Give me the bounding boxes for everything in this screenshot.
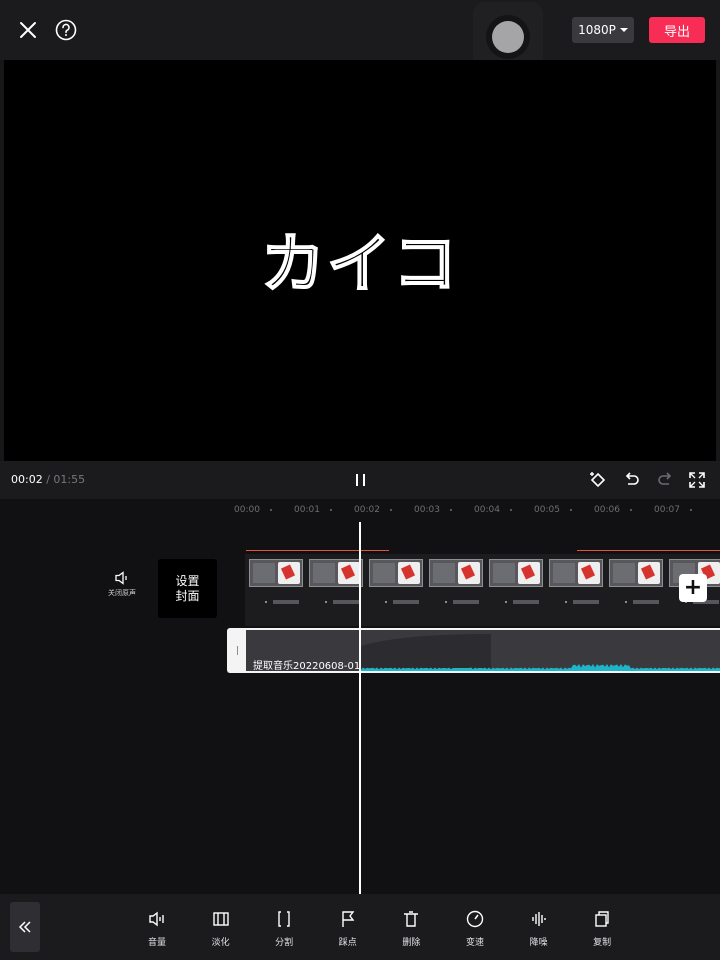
ruler-tick-label: 00:05: [534, 505, 560, 515]
ruler-tick-label: 00:03: [414, 505, 440, 515]
tool-flag[interactable]: 踩点: [328, 909, 368, 948]
redo-button[interactable]: [654, 469, 676, 491]
playhead[interactable]: [359, 522, 361, 894]
tool-label: 删除: [402, 938, 421, 948]
volume-icon: [149, 911, 164, 927]
double-chevron-left-icon: [18, 921, 31, 933]
video-thumbnail: [549, 559, 603, 587]
tool-label: 降噪: [529, 938, 548, 948]
video-thumbnail-caption: [263, 598, 303, 606]
fade-icon: [212, 912, 229, 926]
tool-volume[interactable]: 音量: [137, 909, 177, 948]
mute-original-button[interactable]: 关闭原声: [104, 571, 140, 598]
speaker-icon: [115, 571, 127, 585]
ruler-tick-label: 00:02: [354, 505, 380, 515]
record-icon: [486, 15, 530, 59]
preview-title-text: カイコ: [260, 227, 459, 303]
ruler-dot: [630, 509, 632, 511]
video-thumbnail-caption: [383, 598, 423, 606]
video-thumbnail: [369, 559, 423, 587]
video-thumbnail-caption: [623, 598, 663, 606]
tool-noise-reduction[interactable]: 降噪: [519, 909, 559, 948]
video-thumbnail: [429, 559, 483, 587]
close-button[interactable]: [14, 16, 42, 44]
chevron-down-icon: [619, 28, 628, 32]
flag-icon: [342, 911, 355, 927]
pause-button[interactable]: [350, 470, 370, 490]
audio-waveform: [361, 634, 720, 671]
bottom-toolbar: 音量 淡化 分割 踩点 删除 变速 降噪 复制: [0, 894, 720, 960]
tool-label: 音量: [147, 938, 166, 948]
undo-icon: [625, 472, 639, 485]
ruler-dot: [570, 509, 572, 511]
clip-marker-line: [577, 550, 720, 551]
current-time: 00:02: [11, 473, 43, 486]
ruler-tick-label: 00:06: [594, 505, 620, 515]
tool-speed[interactable]: 变速: [455, 909, 495, 948]
pause-icon: [355, 474, 358, 486]
video-preview[interactable]: カイコ: [4, 60, 716, 461]
tool-label: 分割: [275, 938, 294, 948]
delete-icon: [404, 911, 419, 927]
ruler-tick-label: 00:01: [294, 505, 320, 515]
resolution-dropdown[interactable]: 1080P: [572, 17, 634, 43]
ruler-dot: [690, 509, 692, 511]
speed-icon: [466, 910, 484, 928]
ruler-dot: [450, 509, 452, 511]
video-thumbnail-caption: [563, 598, 603, 606]
timecode: 00:02 / 01:55: [11, 473, 85, 486]
tool-label: 复制: [593, 938, 612, 948]
mute-original-label: 关闭原声: [108, 589, 136, 597]
tool-fade[interactable]: 淡化: [201, 909, 241, 948]
ruler-tick-label: 00:07: [654, 505, 680, 515]
tool-label: 淡化: [211, 938, 230, 948]
redo-icon: [658, 472, 672, 485]
playback-bar: 00:02 / 01:55: [0, 461, 720, 499]
help-icon: [55, 19, 77, 41]
collapse-button[interactable]: [10, 902, 40, 952]
set-cover-button[interactable]: 设置 封面: [158, 559, 217, 618]
video-thumbnail-caption: [443, 598, 483, 606]
noise-reduction-icon: [531, 912, 546, 926]
ruler-dot: [390, 509, 392, 511]
tool-copy[interactable]: 复制: [582, 909, 622, 948]
tool-split[interactable]: 分割: [264, 909, 304, 948]
video-thumbnail: [609, 559, 663, 587]
audio-clip-name: 提取音乐20220608-01: [253, 661, 361, 672]
copy-icon: [595, 911, 609, 927]
clip-marker-line: [246, 550, 389, 551]
fullscreen-button[interactable]: [686, 469, 708, 491]
time-separator: /: [46, 473, 50, 486]
keyframe-button[interactable]: [587, 469, 609, 491]
ruler-tick-label: 00:04: [474, 505, 500, 515]
split-icon: [278, 911, 290, 927]
export-button[interactable]: 导出: [649, 17, 705, 43]
video-thumbnail-caption: [503, 598, 543, 606]
tool-label: 变速: [465, 938, 484, 948]
close-icon: [20, 22, 36, 38]
video-thumbnail: [249, 559, 303, 587]
tool-label: 踩点: [338, 938, 357, 948]
video-thumbnail: [309, 559, 363, 587]
resolution-label: 1080P: [578, 23, 616, 37]
audio-trim-handle[interactable]: [229, 630, 246, 671]
total-time: 01:55: [53, 473, 86, 486]
ruler-dot: [270, 509, 272, 511]
fullscreen-icon: [689, 472, 705, 488]
top-bar: 1080P 导出: [0, 0, 720, 72]
add-clip-button[interactable]: +: [679, 574, 707, 602]
tool-delete[interactable]: 删除: [391, 909, 431, 948]
ruler-dot: [330, 509, 332, 511]
undo-button[interactable]: [621, 469, 643, 491]
help-button[interactable]: [52, 16, 80, 44]
ruler-tick-label: 00:00: [234, 505, 260, 515]
video-thumbnail-caption: [323, 598, 363, 606]
video-thumbnail: [489, 559, 543, 587]
keyframe-icon: [590, 472, 606, 488]
ruler-dot: [510, 509, 512, 511]
audio-clip[interactable]: 提取音乐20220608-01: [227, 628, 720, 673]
